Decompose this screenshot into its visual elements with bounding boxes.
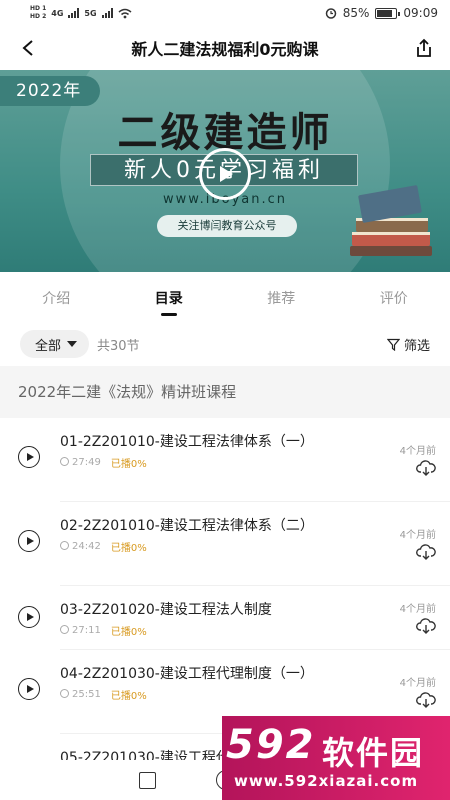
clock-icon	[60, 457, 69, 466]
lesson-duration: 24:42	[60, 541, 101, 552]
tab-recommend[interactable]: 推荐	[225, 272, 338, 322]
tab-catalog[interactable]: 目录	[113, 272, 226, 322]
duration-text: 25:51	[72, 689, 101, 700]
page-title: 新人二建法规福利0元购课	[131, 40, 319, 59]
lesson-title: 03-2Z201020-建设工程法人制度	[60, 602, 272, 618]
play-circle-icon[interactable]	[18, 678, 40, 700]
tab-intro[interactable]: 介绍	[0, 272, 113, 322]
chevron-down-icon	[67, 341, 78, 347]
lesson-item[interactable]: 03-2Z201020-建设工程法人制度 27:11 已播0% 4个月前	[0, 586, 450, 650]
net1-label: 4G	[51, 8, 64, 18]
cloud-download-icon[interactable]	[416, 692, 436, 708]
play-circle-icon[interactable]	[18, 446, 40, 468]
watermark-cn: 软件园	[322, 734, 425, 772]
signal-icon-2	[101, 8, 113, 18]
tab-recommend-label: 推荐	[267, 291, 296, 307]
tab-bar: 介绍 目录 推荐 评价	[0, 272, 450, 322]
share-icon[interactable]	[410, 34, 438, 62]
lesson-meta: 24:42 已播0%	[60, 539, 390, 554]
lesson-meta: 27:49 已播0%	[60, 455, 390, 470]
back-arrow-icon[interactable]	[14, 34, 42, 62]
lesson-updated: 4个月前	[399, 678, 436, 689]
network-status: HD 1 HD 2 4G 5G	[30, 5, 132, 21]
lesson-updated: 4个月前	[399, 604, 436, 615]
hd-indicator: HD 1 HD 2	[30, 5, 46, 21]
lesson-title: 04-2Z201030-建设工程代理制度（一）	[60, 666, 314, 682]
status-bar: HD 1 HD 2 4G 5G 85% 09:09	[0, 0, 450, 26]
play-circle-icon[interactable]	[18, 606, 40, 628]
video-play-icon[interactable]	[199, 148, 251, 200]
books-icon	[350, 185, 432, 256]
section-header[interactable]: 2022年二建《法规》精讲班课程	[0, 366, 450, 418]
tab-catalog-label: 目录	[154, 291, 183, 307]
cloud-download-icon[interactable]	[416, 544, 436, 560]
duration-text: 27:11	[72, 625, 101, 636]
lesson-duration: 25:51	[60, 689, 101, 700]
banner-follow: 关注博闫教育公众号	[157, 215, 297, 237]
alarm-icon	[325, 8, 336, 19]
duration-text: 24:42	[72, 541, 101, 552]
lesson-count: 共30节	[97, 338, 140, 354]
cloud-download-icon[interactable]	[416, 460, 436, 476]
duration-text: 27:49	[72, 457, 101, 468]
filter-row: 全部 共30节 筛选	[0, 322, 450, 366]
tab-intro-label: 介绍	[42, 291, 71, 307]
cloud-download-icon[interactable]	[416, 618, 436, 634]
battery-fill	[377, 9, 392, 17]
all-dropdown-label: 全部	[35, 338, 62, 354]
filter-label: 筛选	[403, 338, 430, 354]
section-title: 2022年二建《法规》精讲班课程	[18, 383, 237, 401]
tab-underline	[160, 313, 177, 316]
nav-bar: 新人二建法规福利0元购课	[0, 26, 450, 70]
played-progress: 已播0%	[110, 459, 147, 470]
played-progress: 已播0%	[110, 627, 147, 638]
lesson-meta: 27:11 已播0%	[60, 623, 390, 638]
lesson-item[interactable]: 02-2Z201010-建设工程法律体系（二） 24:42 已播0% 4个月前	[0, 502, 450, 586]
lesson-title: 02-2Z201010-建设工程法律体系（二）	[60, 518, 314, 534]
tab-review-label: 评价	[379, 291, 408, 307]
clock-time: 09:09	[403, 6, 438, 20]
watermark-url: www.592xiazai.com	[234, 772, 419, 790]
net2-label: 5G	[84, 8, 97, 18]
watermark-number: 592	[226, 722, 316, 768]
lesson-updated: 4个月前	[399, 530, 436, 541]
clock-icon	[60, 625, 69, 634]
battery-percent: 85%	[342, 6, 370, 20]
hd2-label: HD 2	[30, 13, 47, 20]
lesson-duration: 27:49	[60, 457, 101, 468]
played-progress: 已播0%	[110, 691, 147, 702]
recents-icon[interactable]	[139, 771, 156, 789]
hd1-label: HD 1	[30, 5, 47, 12]
all-dropdown[interactable]: 全部	[20, 330, 90, 358]
clock-icon	[60, 541, 69, 550]
clock-icon	[60, 689, 69, 698]
signal-icon	[68, 8, 80, 18]
play-circle-icon[interactable]	[18, 530, 40, 552]
battery-icon	[375, 7, 401, 19]
lesson-duration: 27:11	[60, 625, 101, 636]
lesson-item[interactable]: 01-2Z201010-建设工程法律体系（一） 27:49 已播0% 4个月前	[0, 418, 450, 502]
wifi-icon	[118, 8, 132, 18]
tab-review[interactable]: 评价	[338, 272, 450, 322]
watermark: 592 软件园 www.592xiazai.com	[222, 716, 450, 800]
played-progress: 已播0%	[110, 543, 147, 554]
system-status: 85% 09:09	[325, 6, 438, 20]
lesson-title: 01-2Z201010-建设工程法律体系（一）	[60, 434, 314, 450]
course-banner[interactable]: 2022年 二级建造师 新人0元学习福利 www.iboyan.cn 关注博闫教…	[0, 70, 450, 272]
funnel-icon	[386, 338, 400, 351]
lesson-updated: 4个月前	[399, 446, 436, 457]
lesson-meta: 25:51 已播0%	[60, 687, 390, 702]
filter-button[interactable]: 筛选	[386, 335, 430, 354]
